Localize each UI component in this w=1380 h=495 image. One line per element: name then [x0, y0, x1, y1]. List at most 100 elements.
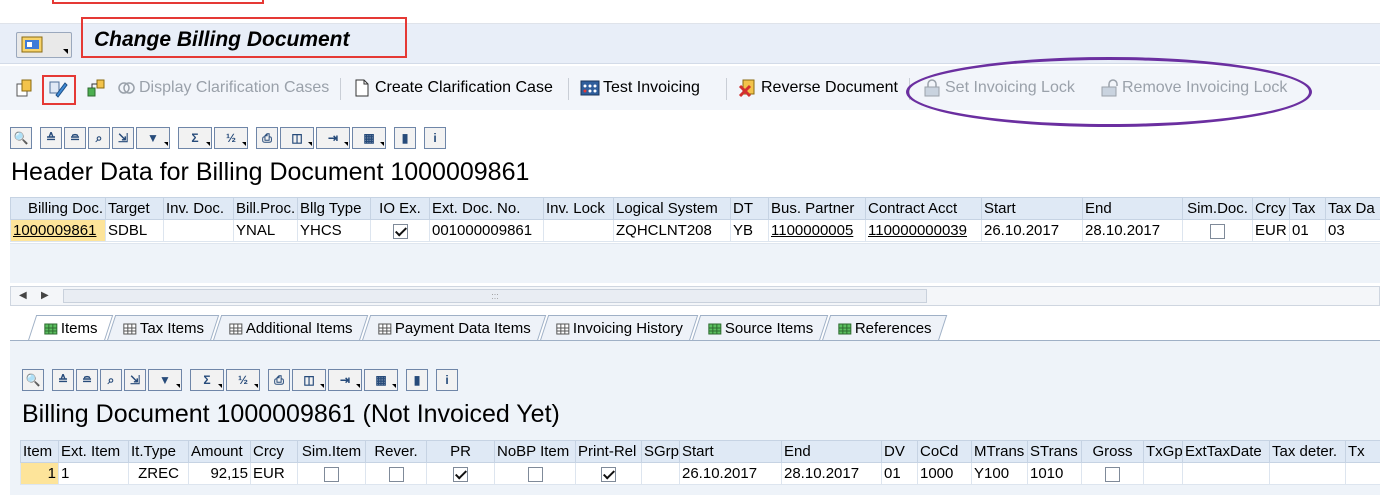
tab-references[interactable]: References	[821, 315, 947, 341]
find-icon[interactable]: ⌕	[100, 369, 122, 391]
display-clarification-cases-button[interactable]: Display Clarification Cases	[116, 78, 329, 98]
sgrp-cell[interactable]	[641, 462, 680, 485]
sim-item-checkbox[interactable]	[324, 466, 339, 482]
column-header[interactable]: Rever.	[365, 440, 427, 463]
gross-checkbox[interactable]	[1105, 466, 1120, 482]
contract-acct-link[interactable]: 110000000039	[865, 219, 982, 242]
tax-da-cell[interactable]: 03	[1325, 219, 1380, 242]
column-header[interactable]: DT	[730, 197, 769, 220]
crcy-cell[interactable]: EUR	[250, 462, 298, 485]
column-header[interactable]: Print-Rel	[575, 440, 642, 463]
bllg-type-cell[interactable]: YHCS	[297, 219, 371, 242]
nobp-item-checkbox[interactable]	[527, 466, 543, 482]
column-header[interactable]: Tax deter.	[1269, 440, 1346, 463]
info-icon[interactable]: i	[436, 369, 458, 391]
sort-ascending-icon[interactable]: ≙	[40, 127, 62, 149]
layout-icon[interactable]: ▦	[364, 369, 398, 391]
tab-additional-items[interactable]: Additional Items	[212, 315, 368, 341]
column-header[interactable]: Contract Acct	[865, 197, 982, 220]
io-ex-checkbox[interactable]	[392, 223, 408, 239]
column-header[interactable]: Bllg Type	[297, 197, 371, 220]
test-invoicing-button[interactable]: Test Invoicing	[580, 78, 700, 98]
horizontal-scrollbar[interactable]: ◀ ▶ :::	[10, 286, 1380, 306]
column-header[interactable]: Gross	[1081, 440, 1144, 463]
subtotal-icon[interactable]: ½	[226, 369, 260, 391]
column-header[interactable]: Sim.Doc.	[1182, 197, 1253, 220]
column-header[interactable]: Tax	[1289, 197, 1326, 220]
mtrans-cell[interactable]: Y100	[971, 462, 1028, 485]
sort-descending-icon[interactable]: ≘	[76, 369, 98, 391]
reverse-document-button[interactable]: Reverse Document	[738, 78, 898, 98]
column-header[interactable]: SGrp	[641, 440, 680, 463]
views-icon[interactable]: ◫	[292, 369, 326, 391]
find-icon[interactable]: ⌕	[88, 127, 110, 149]
find-next-icon[interactable]: ⇲	[112, 127, 134, 149]
column-header[interactable]: End	[1082, 197, 1183, 220]
tab-items[interactable]: Items	[27, 315, 113, 341]
views-icon[interactable]: ◫	[280, 127, 314, 149]
column-header[interactable]: Logical System	[613, 197, 731, 220]
sort-descending-icon[interactable]: ≘	[64, 127, 86, 149]
cocd-cell[interactable]: 1000	[917, 462, 972, 485]
create-clarification-case-button[interactable]: Create Clarification Case	[352, 78, 553, 98]
column-header[interactable]: Item	[20, 440, 59, 463]
end-cell[interactable]: 28.10.2017	[1082, 219, 1183, 242]
tx-cell[interactable]	[1345, 462, 1380, 485]
column-header[interactable]: TxGp	[1143, 440, 1183, 463]
other-object-button[interactable]	[14, 78, 37, 98]
tab-tax-items[interactable]: Tax Items	[106, 315, 220, 341]
column-header[interactable]: Amount	[188, 440, 251, 463]
table-row[interactable]: 1 1 ZREC 92,15 EUR 26.10.2017 28.10.2017…	[20, 462, 1380, 485]
column-header[interactable]: Billing Doc.	[10, 197, 106, 220]
column-header[interactable]: PR	[426, 440, 495, 463]
sum-icon[interactable]: Σ	[178, 127, 212, 149]
bus-partner-link[interactable]: 1100000005	[768, 219, 866, 242]
billing-doc-cell[interactable]: 1000009861	[10, 219, 106, 242]
column-header[interactable]: IO Ex.	[370, 197, 430, 220]
bill-proc-cell[interactable]: YNAL	[233, 219, 298, 242]
graphic-icon[interactable]: ▮	[406, 369, 428, 391]
column-header[interactable]: Ext. Item	[58, 440, 129, 463]
inv-doc-cell[interactable]	[163, 219, 234, 242]
scroll-left-icon[interactable]: ◀	[19, 290, 27, 301]
column-header[interactable]: Ext. Doc. No.	[429, 197, 544, 220]
target-cell[interactable]: SDBL	[105, 219, 164, 242]
sum-icon[interactable]: Σ	[190, 369, 224, 391]
print-icon[interactable]: ⎙	[268, 369, 290, 391]
txgp-cell[interactable]	[1143, 462, 1183, 485]
start-cell[interactable]: 26.10.2017	[679, 462, 782, 485]
tax-cell[interactable]: 01	[1289, 219, 1326, 242]
column-header[interactable]: Sim.Item	[297, 440, 366, 463]
column-header[interactable]: It.Type	[128, 440, 189, 463]
column-header[interactable]: Tx	[1345, 440, 1380, 463]
column-header[interactable]: Bill.Proc.	[233, 197, 298, 220]
column-header[interactable]: Target	[105, 197, 164, 220]
print-icon[interactable]: ⎙	[256, 127, 278, 149]
scrollbar-thumb[interactable]: :::	[63, 289, 927, 303]
column-header[interactable]: ExtTaxDate	[1182, 440, 1270, 463]
export-icon[interactable]: ⇥	[328, 369, 362, 391]
it-type-cell[interactable]: ZREC	[128, 462, 189, 485]
column-header[interactable]: NoBP Item	[494, 440, 576, 463]
sort-ascending-icon[interactable]: ≙	[52, 369, 74, 391]
filter-icon[interactable]: ▼	[148, 369, 182, 391]
table-row[interactable]: 1000009861 SDBL YNAL YHCS 001000009861 Z…	[10, 219, 1380, 242]
column-header[interactable]: Start	[981, 197, 1083, 220]
details-icon[interactable]: 🔍	[10, 127, 32, 149]
column-header[interactable]: Inv. Doc.	[163, 197, 234, 220]
end-cell[interactable]: 28.10.2017	[781, 462, 882, 485]
column-header[interactable]: MTrans	[971, 440, 1028, 463]
find-next-icon[interactable]: ⇲	[124, 369, 146, 391]
column-header[interactable]: End	[781, 440, 882, 463]
details-icon[interactable]: 🔍	[22, 369, 44, 391]
graphic-icon[interactable]: ▮	[394, 127, 416, 149]
dv-cell[interactable]: 01	[881, 462, 918, 485]
exttaxdate-cell[interactable]	[1182, 462, 1270, 485]
gui-menu-button[interactable]	[16, 32, 72, 58]
info-icon[interactable]: i	[424, 127, 446, 149]
subtotal-icon[interactable]: ½	[214, 127, 248, 149]
tab-payment-data-items[interactable]: Payment Data Items	[361, 315, 546, 341]
strans-cell[interactable]: 1010	[1027, 462, 1082, 485]
column-header[interactable]: Inv. Lock	[543, 197, 614, 220]
column-header[interactable]: Crcy	[250, 440, 298, 463]
